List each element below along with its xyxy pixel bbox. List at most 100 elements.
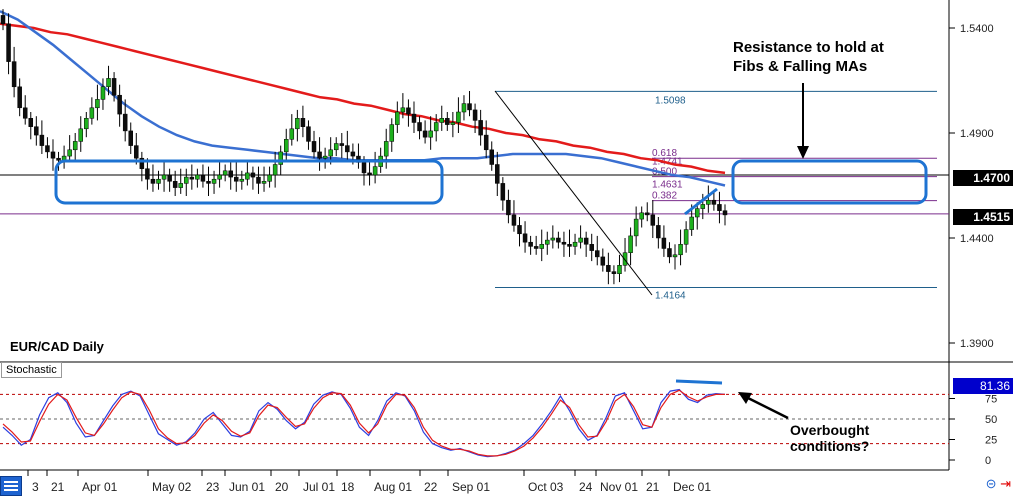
candle-body (84, 118, 89, 130)
x-tick-label: Sep 01 (452, 480, 490, 494)
stoch-divergence-line (675, 379, 723, 385)
candle-body (445, 118, 450, 125)
candle-body (206, 181, 211, 184)
candle-body (56, 157, 61, 161)
candle-body (300, 118, 306, 127)
candle-body (650, 214, 656, 226)
candle-body (106, 78, 111, 88)
candle-body (195, 174, 200, 180)
scroll-end-icon[interactable]: ⇥ (1000, 476, 1011, 491)
candle-body (506, 199, 511, 216)
candle-body (128, 130, 133, 146)
candle-body (222, 170, 228, 176)
candle-body (411, 113, 417, 123)
chart: 1.5400 1.4900 1.4400 1.3900 1.5098 0.618 1.47… (0, 0, 1013, 497)
candle-body (644, 212, 650, 216)
candle-body (28, 118, 34, 127)
candle-body (22, 107, 28, 119)
x-tick-label: Nov 01 (600, 480, 638, 494)
candle-body (167, 174, 172, 182)
candle-body (694, 208, 700, 218)
candle-body (328, 149, 333, 157)
candle-body (639, 212, 644, 220)
candle-body (78, 128, 84, 142)
candle-body (306, 126, 311, 142)
candle-body (595, 250, 600, 258)
candle-body (145, 168, 150, 180)
candle-body (528, 241, 533, 247)
x-tick-label: 18 (341, 480, 355, 494)
candle-body (45, 145, 50, 153)
candle-body (361, 162, 367, 174)
candle-body (289, 128, 295, 140)
overbought-annotation-line2: conditions? (790, 438, 869, 454)
candle-body (583, 237, 589, 245)
price-axis: 1.5400 1.4900 1.4400 1.3900 (949, 23, 994, 350)
candle-body (339, 143, 345, 146)
candle-body (345, 145, 350, 153)
link-icon[interactable]: ⊝ (986, 476, 997, 491)
stochastic-lines (2, 388, 726, 458)
stochastic-label: Stochastic (1, 362, 62, 378)
x-tick-label: Oct 03 (528, 480, 564, 494)
candle-body (561, 241, 567, 245)
candle-body (11, 61, 17, 88)
candle-body (245, 172, 250, 180)
price-tick-label: 1.3900 (960, 338, 994, 350)
candle-body (539, 244, 544, 249)
support-box (54, 159, 444, 205)
moving-averages (0, 10, 726, 187)
candle-body (622, 252, 628, 266)
candle-body (39, 134, 45, 146)
candle-body (211, 178, 217, 184)
candle-body (372, 166, 378, 176)
candle-body (256, 176, 261, 184)
price-tick-label: 1.4400 (960, 233, 994, 245)
candle-body (611, 271, 617, 274)
candle-body (628, 235, 633, 253)
stochastic-axis: 75 50 25 0 (949, 394, 997, 467)
candle-body (234, 176, 239, 182)
candle-body (6, 23, 11, 62)
corner-controls[interactable]: ⊝ ⇥ (986, 476, 1011, 492)
candle-body (556, 237, 561, 243)
chart-svg: 1.54001.49001.44001.3900 1.50980.6181.47… (0, 0, 1013, 494)
x-tick-label: May 02 (152, 480, 192, 494)
candle-body (428, 130, 433, 138)
overbought-arrow-shaft (747, 396, 789, 420)
candle-body (100, 86, 106, 100)
menu-icon[interactable] (0, 476, 22, 496)
fib-label: 1.5098 (655, 95, 686, 106)
candle-body (550, 237, 556, 241)
x-tick-label: 24 (579, 480, 593, 494)
fib-label: 1.4164 (655, 291, 686, 302)
candle-body (533, 246, 539, 249)
candle-body (283, 139, 289, 153)
resistance-annotation-line2: Fibs & Falling MAs (733, 58, 867, 75)
candle-body (678, 244, 683, 256)
resistance-arrow-head (797, 146, 809, 159)
candle-body (450, 122, 456, 125)
candle-body (278, 151, 283, 165)
candle-body (572, 241, 578, 247)
candle-body (722, 210, 728, 216)
candle-body (350, 151, 356, 157)
candle-body (689, 216, 694, 230)
candle-body (422, 130, 428, 138)
candle-body (478, 120, 483, 136)
stochastic-tick-label: 25 (985, 435, 997, 447)
candle-body (706, 199, 711, 205)
candle-body (617, 265, 622, 274)
candle-body (250, 172, 256, 178)
candle-body (589, 244, 594, 251)
x-tick-label: Jul 01 (303, 480, 335, 494)
price-tick-label: 1.5400 (960, 23, 994, 35)
candle-body (417, 122, 422, 132)
candle-body (400, 107, 406, 113)
candle-body (545, 239, 550, 245)
candle-body (172, 181, 178, 188)
candle-body (511, 214, 517, 226)
candle-body (189, 176, 195, 180)
candle-body (161, 174, 167, 180)
candle-body (228, 170, 233, 178)
